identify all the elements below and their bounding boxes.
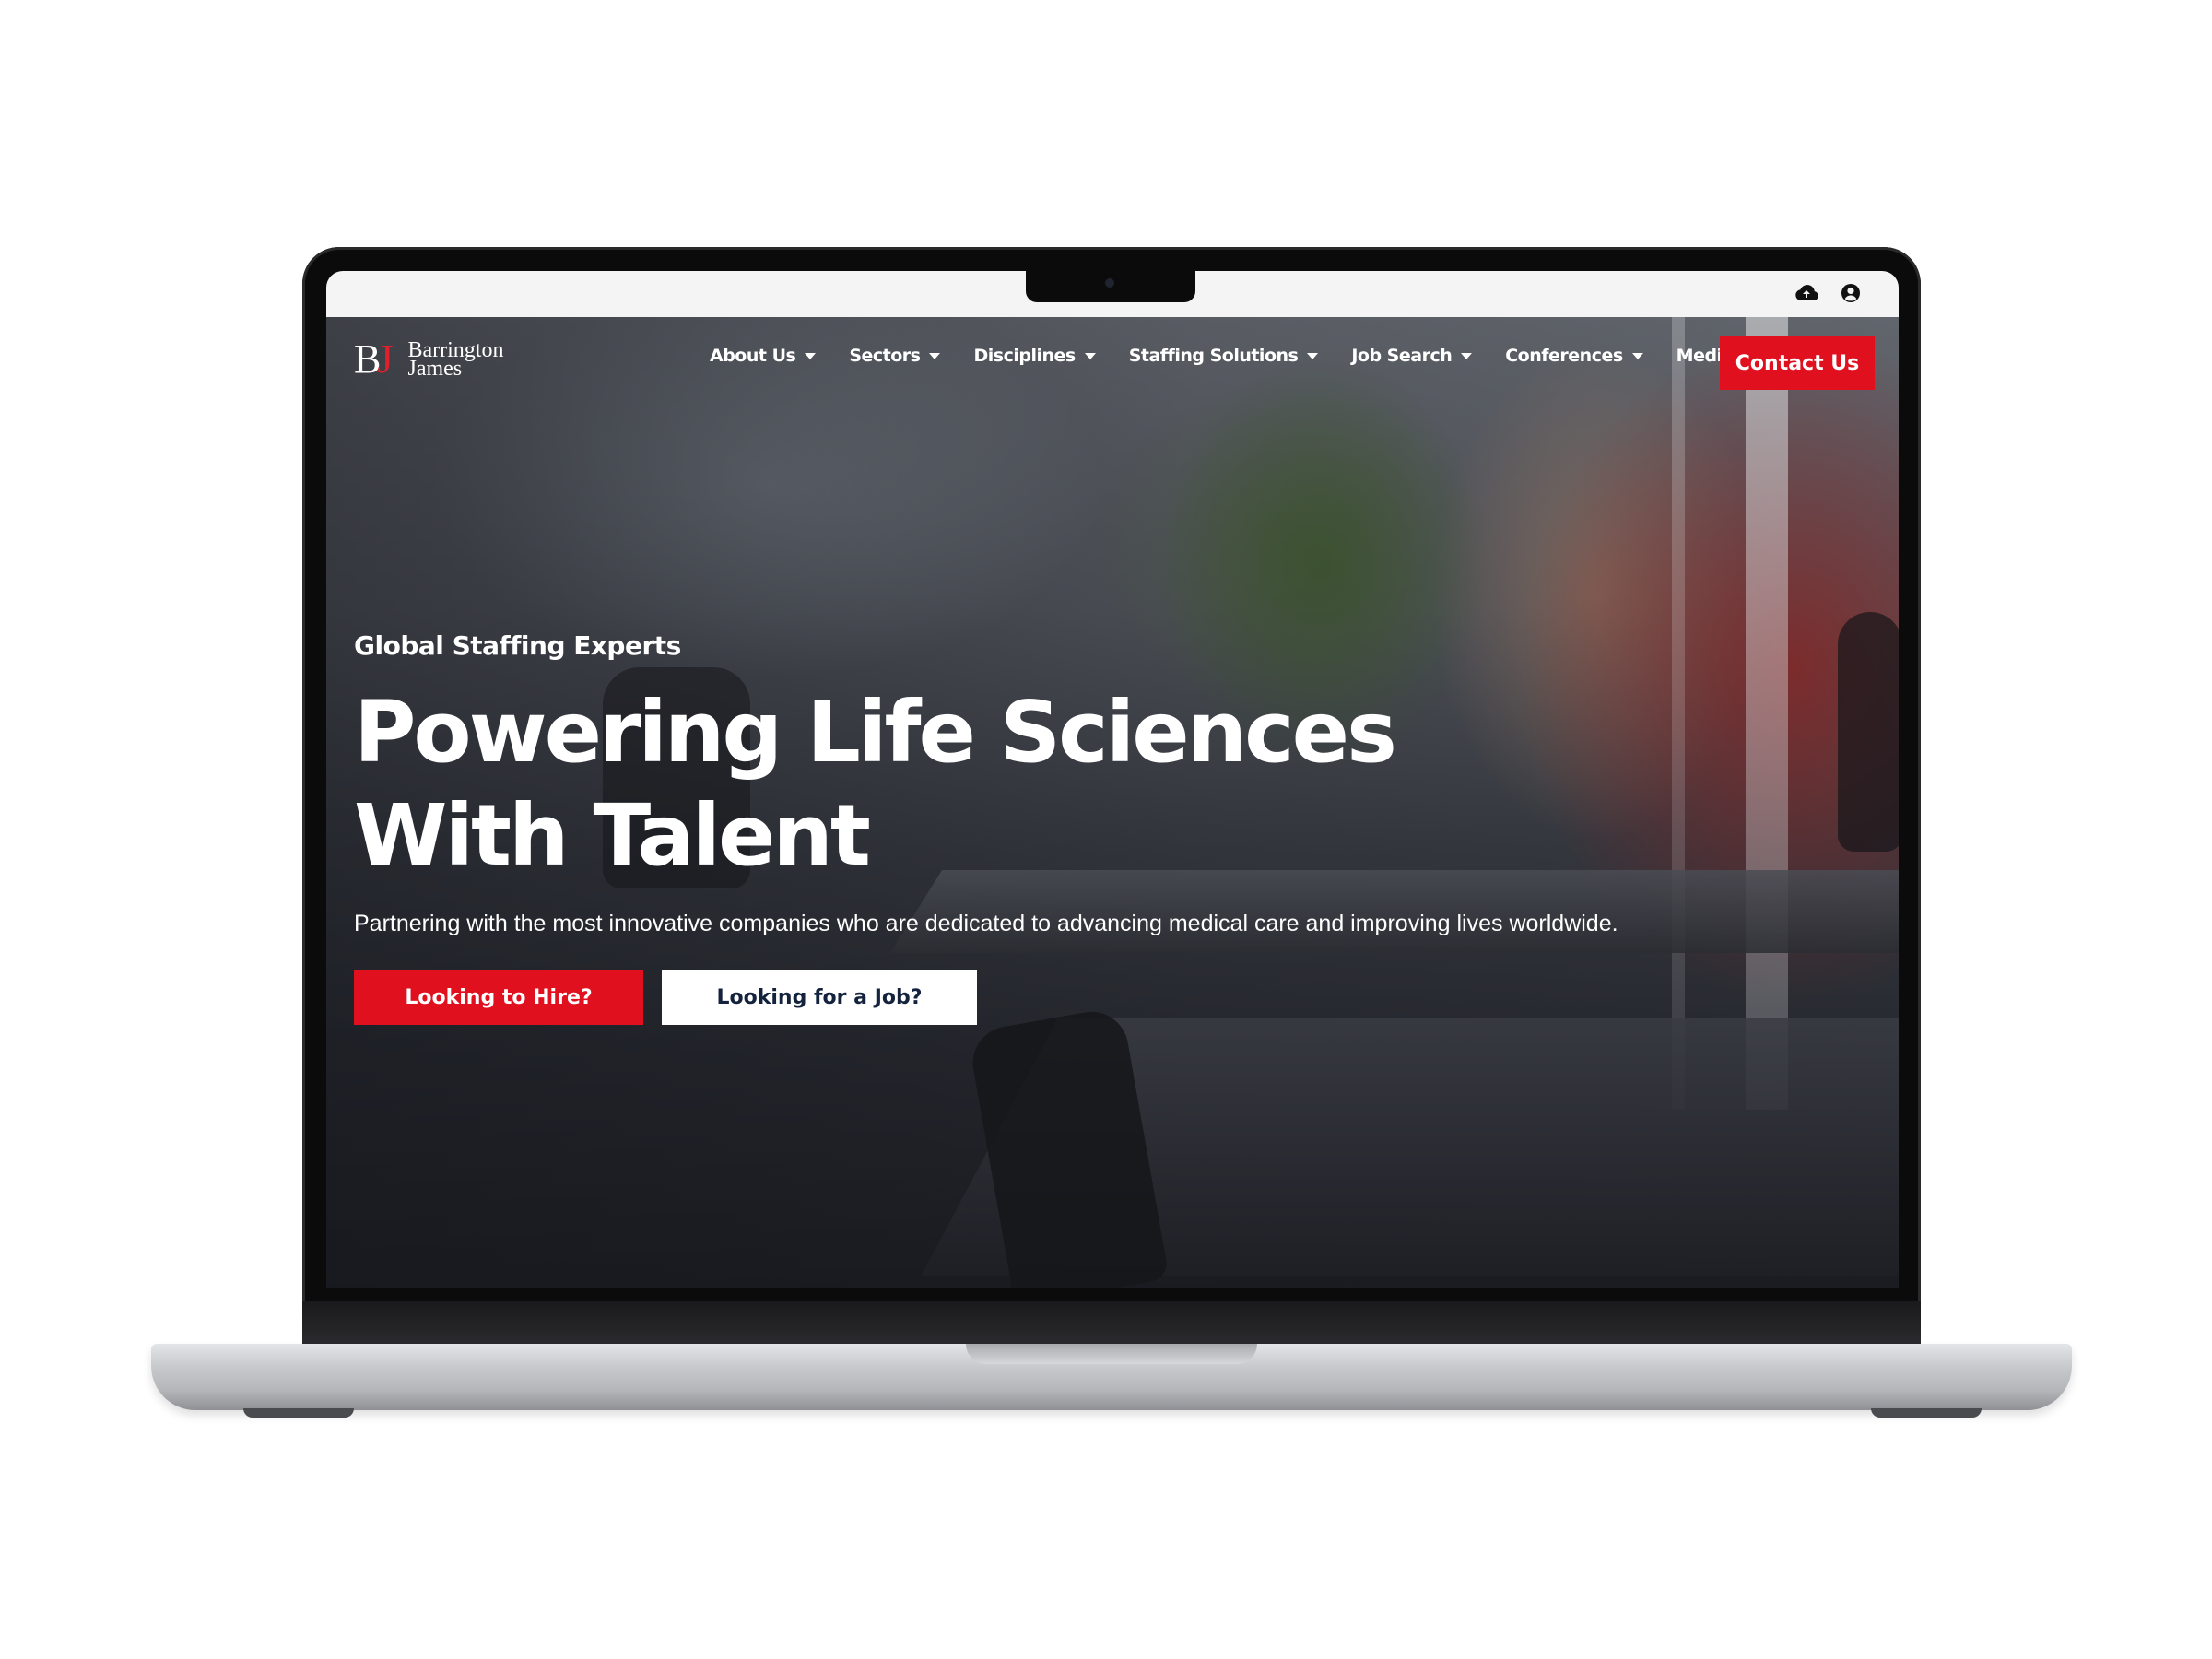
camera-icon	[1105, 278, 1114, 288]
nav-item-about-us[interactable]: About Us	[710, 346, 817, 366]
logo-wordmark: Barrington James	[407, 339, 503, 381]
laptop-foot	[243, 1408, 354, 1418]
nav-item-label: Job Search	[1351, 346, 1453, 366]
nav-item-disciplines[interactable]: Disciplines	[973, 346, 1096, 366]
caret-down-icon	[1461, 352, 1473, 359]
logo-mark-b: B	[354, 336, 381, 382]
site-header: BJ Barrington James About Us Sectors Dis…	[326, 317, 1899, 409]
nav-item-sectors[interactable]: Sectors	[849, 346, 941, 366]
logo-mark-j: J	[377, 336, 393, 382]
hero-headline: Powering Life Sciences With Talent	[354, 681, 1644, 888]
main-navigation: About Us Sectors Disciplines Staffing So…	[710, 346, 1787, 366]
nav-item-label: Disciplines	[973, 346, 1076, 366]
site-logo[interactable]: BJ Barrington James	[354, 335, 503, 382]
background-pillar	[1746, 317, 1788, 1110]
logo-line-2: James	[407, 356, 463, 381]
caret-down-icon	[805, 352, 817, 359]
logo-monogram: BJ	[354, 335, 394, 382]
caret-down-icon	[1307, 352, 1319, 359]
nav-item-label: Staffing Solutions	[1128, 346, 1299, 366]
menubar-status-icons	[1794, 282, 1862, 304]
nav-item-label: Conferences	[1505, 346, 1623, 366]
looking-to-hire-button[interactable]: Looking to Hire?	[354, 970, 643, 1025]
background-pillar	[1672, 317, 1685, 1110]
website-viewport: BJ Barrington James About Us Sectors Dis…	[326, 317, 1899, 1288]
hero-subtext: Partnering with the most innovative comp…	[354, 911, 1618, 936]
laptop-hinge	[302, 1301, 1921, 1344]
cloud-upload-icon[interactable]	[1794, 282, 1819, 304]
contact-us-button[interactable]: Contact Us	[1720, 336, 1875, 390]
hero-section: Global Staffing Experts Powering Life Sc…	[354, 630, 1644, 1025]
nav-item-job-search[interactable]: Job Search	[1351, 346, 1473, 366]
laptop-base	[151, 1344, 2072, 1410]
nav-item-staffing-solutions[interactable]: Staffing Solutions	[1129, 346, 1319, 366]
laptop-opening-notch	[966, 1344, 1257, 1364]
caret-down-icon	[1084, 352, 1096, 359]
caret-down-icon	[1631, 352, 1643, 359]
hero-cta-group: Looking to Hire? Looking for a Job?	[354, 970, 1644, 1025]
background-chair	[1838, 612, 1899, 852]
looking-for-job-button[interactable]: Looking for a Job?	[662, 970, 977, 1025]
nav-item-label: Sectors	[849, 346, 921, 366]
hero-eyebrow: Global Staffing Experts	[354, 630, 681, 661]
nav-item-label: About Us	[710, 346, 796, 366]
hero-headline-line-2: With Talent	[354, 786, 871, 885]
nav-item-conferences[interactable]: Conferences	[1505, 346, 1643, 366]
laptop-screen: BJ Barrington James About Us Sectors Dis…	[326, 271, 1899, 1288]
camera-notch	[1026, 271, 1195, 302]
user-account-icon[interactable]	[1840, 282, 1862, 304]
caret-down-icon	[929, 352, 941, 359]
laptop-foot	[1871, 1408, 1982, 1418]
hero-headline-line-1: Powering Life Sciences	[354, 683, 1397, 782]
